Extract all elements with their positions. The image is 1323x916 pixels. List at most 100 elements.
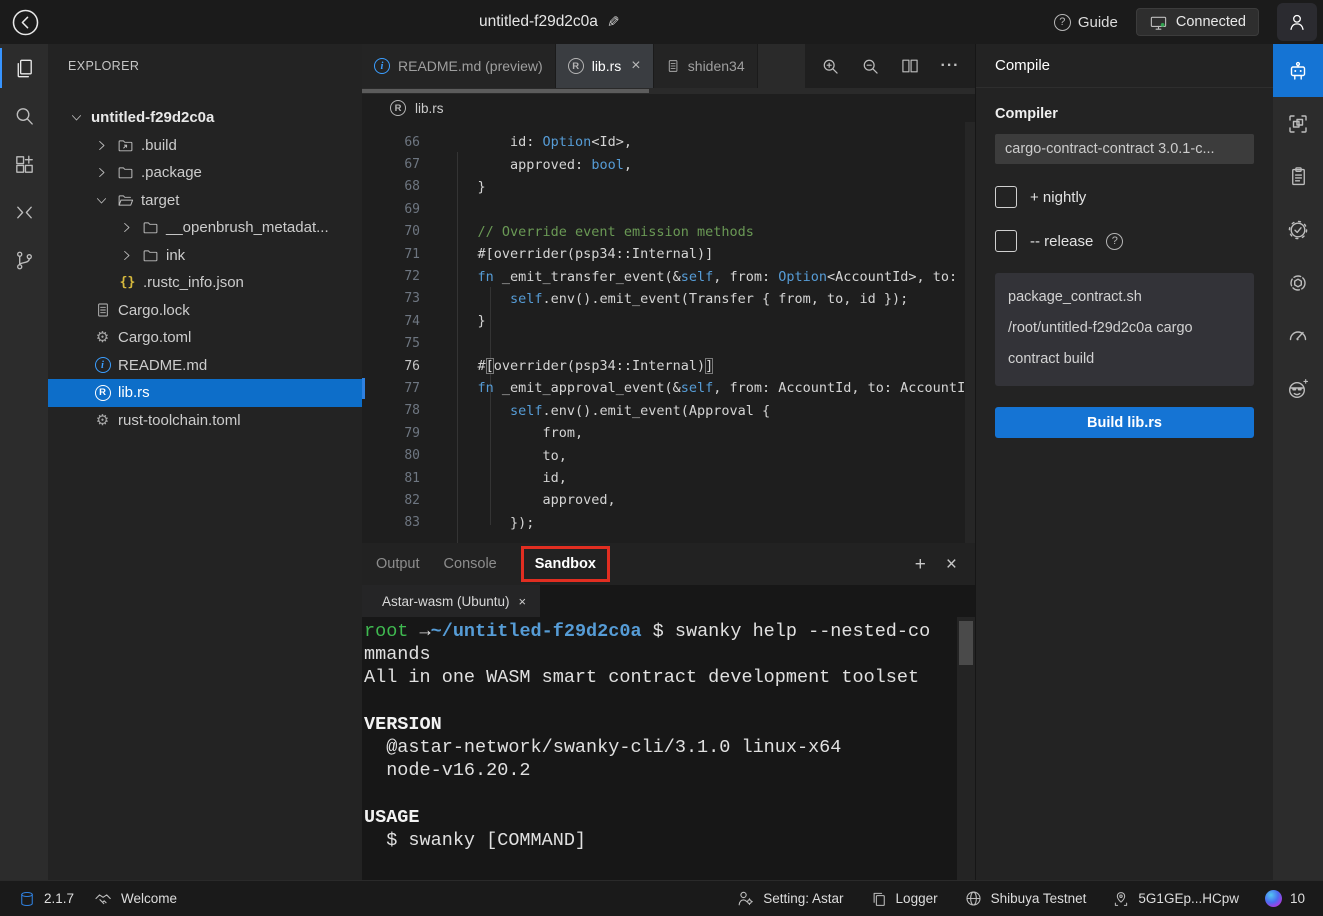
tree-item-label: Cargo.toml	[118, 329, 191, 346]
activity-deploy[interactable]	[1273, 97, 1323, 150]
code-line-79: 79 from,	[362, 422, 975, 444]
chevron-right-icon[interactable]	[93, 165, 110, 180]
welcome-item[interactable]: Welcome	[94, 889, 177, 908]
compile-panel-header: Compile	[976, 44, 1273, 88]
logger-item[interactable]: Logger	[870, 890, 938, 908]
code-line-77: 77 fn _emit_approval_event(&self, from: …	[362, 377, 975, 399]
activity-fun-mode[interactable]	[1273, 362, 1323, 415]
build-button[interactable]: Build lib.rs	[995, 407, 1254, 438]
tab-readme[interactable]: i README.md (preview)	[362, 44, 556, 88]
code-text: }	[445, 313, 486, 329]
gear-icon: ⚙	[93, 330, 112, 345]
avatar[interactable]	[1277, 3, 1317, 41]
line-number: 79	[362, 426, 420, 441]
code-text: id,	[445, 470, 567, 486]
close-terminal-icon[interactable]: ×	[519, 594, 527, 609]
zoom-out-button[interactable]	[855, 51, 885, 81]
compiler-select[interactable]: cargo-contract-contract 3.0.1-c...	[995, 134, 1254, 164]
tree-item-label: .rustc_info.json	[143, 274, 244, 291]
activity-explorer[interactable]	[0, 44, 48, 92]
zoom-in-button[interactable]	[815, 51, 845, 81]
status-bar: 2.1.7 Welcome Setting: Astar	[0, 880, 1323, 916]
balance-item[interactable]: 10	[1265, 890, 1305, 907]
tree-item--rustc-info-json[interactable]: {}.rustc_info.json	[48, 269, 362, 297]
explorer-header: EXPLORER	[48, 44, 362, 88]
chevron-right-icon[interactable]	[93, 138, 110, 153]
database-icon	[18, 890, 36, 908]
release-help-icon[interactable]: ?	[1106, 233, 1123, 250]
line-number: 74	[362, 314, 420, 329]
activity-collapse[interactable]	[0, 188, 48, 236]
line-number: 78	[362, 403, 420, 418]
activity-clipboard[interactable]	[1273, 150, 1323, 203]
zoom-out-icon	[860, 56, 881, 77]
tree-item--openbrush-metadat-[interactable]: __openbrush_metadat...	[48, 214, 362, 242]
breadcrumb[interactable]: R lib.rs	[362, 94, 975, 122]
terminal-tab-label: Astar-wasm (Ubuntu)	[382, 594, 510, 609]
nightly-checkbox[interactable]	[995, 186, 1017, 208]
person-icon	[1286, 11, 1308, 33]
tab-librs[interactable]: R lib.rs ×	[556, 44, 654, 88]
editor-scrollbar[interactable]	[965, 122, 975, 543]
tree-item--package[interactable]: .package	[48, 159, 362, 187]
compile-panel: Compile Compiler cargo-contract-contract…	[975, 44, 1273, 880]
tab-shiden34[interactable]: shiden34	[654, 44, 758, 88]
panel-tab-console[interactable]: Console	[444, 556, 497, 572]
chevron-right-icon[interactable]	[118, 248, 135, 263]
line-number: 77	[362, 381, 420, 396]
tree-item-lib-rs[interactable]: Rlib.rs	[48, 379, 362, 407]
close-panel-button[interactable]: ×	[946, 555, 957, 574]
extensions-icon	[13, 153, 36, 176]
tree-item-rust-toolchain-toml[interactable]: ⚙rust-toolchain.toml	[48, 407, 362, 435]
terminal-tab[interactable]: Astar-wasm (Ubuntu) ×	[362, 585, 540, 617]
version-item[interactable]: 2.1.7	[18, 890, 74, 908]
back-button[interactable]	[8, 5, 42, 39]
setting-item[interactable]: Setting: Astar	[736, 889, 843, 908]
new-terminal-button[interactable]: +	[915, 555, 926, 574]
tree-item-label: .build	[141, 137, 177, 154]
chevron-down-icon[interactable]	[93, 193, 110, 208]
nightly-label: + nightly	[1030, 189, 1086, 206]
tree-item-readme-md[interactable]: iREADME.md	[48, 352, 362, 380]
terminal-scrollbar[interactable]	[957, 617, 975, 880]
tree-item-target[interactable]: target	[48, 187, 362, 215]
code-editor[interactable]: 65 #[ink(topic)]66 id: Option<Id>,67 app…	[362, 122, 975, 543]
release-checkbox[interactable]	[995, 230, 1017, 252]
terminal-line: VERSION	[364, 713, 957, 736]
guide-button[interactable]: ? Guide	[1054, 14, 1118, 31]
clipboard-icon	[1287, 165, 1310, 188]
code-line-80: 80 to,	[362, 444, 975, 466]
address-item[interactable]: 5G1GEp...HCpw	[1112, 890, 1239, 908]
command-line: package_contract.sh	[1008, 282, 1241, 313]
code-line-78: 78 self.env().emit_event(Approval {	[362, 400, 975, 422]
tree-item-cargo-lock[interactable]: Cargo.lock	[48, 297, 362, 325]
tree-item-untitled-f29d2c0a[interactable]: untitled-f29d2c0a	[48, 104, 362, 132]
handshake-icon	[94, 889, 113, 908]
panel-tab-output[interactable]: Output	[376, 556, 420, 572]
gauge-icon	[1286, 324, 1310, 348]
activity-source-control[interactable]	[0, 236, 48, 284]
logger-label: Logger	[896, 891, 938, 906]
rename-pencil-icon[interactable]: ✎	[607, 13, 620, 31]
activity-gas-meter[interactable]	[1273, 309, 1323, 362]
more-actions-button[interactable]: ···	[935, 51, 965, 81]
chevron-right-icon[interactable]	[118, 220, 135, 235]
panel-tab-sandbox[interactable]: Sandbox	[521, 546, 610, 582]
activity-search[interactable]	[0, 92, 48, 140]
network-item[interactable]: Shibuya Testnet	[964, 889, 1087, 908]
activity-compile-robot[interactable]	[1273, 44, 1323, 97]
chevron-down-icon[interactable]	[68, 110, 85, 125]
terminal-output[interactable]: root →~/untitled-f29d2c0a $ swanky help …	[362, 617, 957, 880]
tree-item-cargo-toml[interactable]: ⚙ Cargo.toml	[48, 324, 362, 352]
tree-item-ink[interactable]: ink	[48, 242, 362, 270]
split-editor-button[interactable]	[895, 51, 925, 81]
activity-verify[interactable]	[1273, 203, 1323, 256]
line-number: 73	[362, 291, 420, 306]
connected-button[interactable]: Connected	[1136, 8, 1259, 36]
close-tab-icon[interactable]: ×	[631, 57, 640, 75]
panel-tab-bar: Output Console Sandbox + ×	[362, 543, 975, 585]
activity-ai-chat[interactable]	[1273, 256, 1323, 309]
activity-extensions[interactable]	[0, 140, 48, 188]
tree-item-label: untitled-f29d2c0a	[91, 109, 214, 126]
tree-item--build[interactable]: .build	[48, 132, 362, 160]
